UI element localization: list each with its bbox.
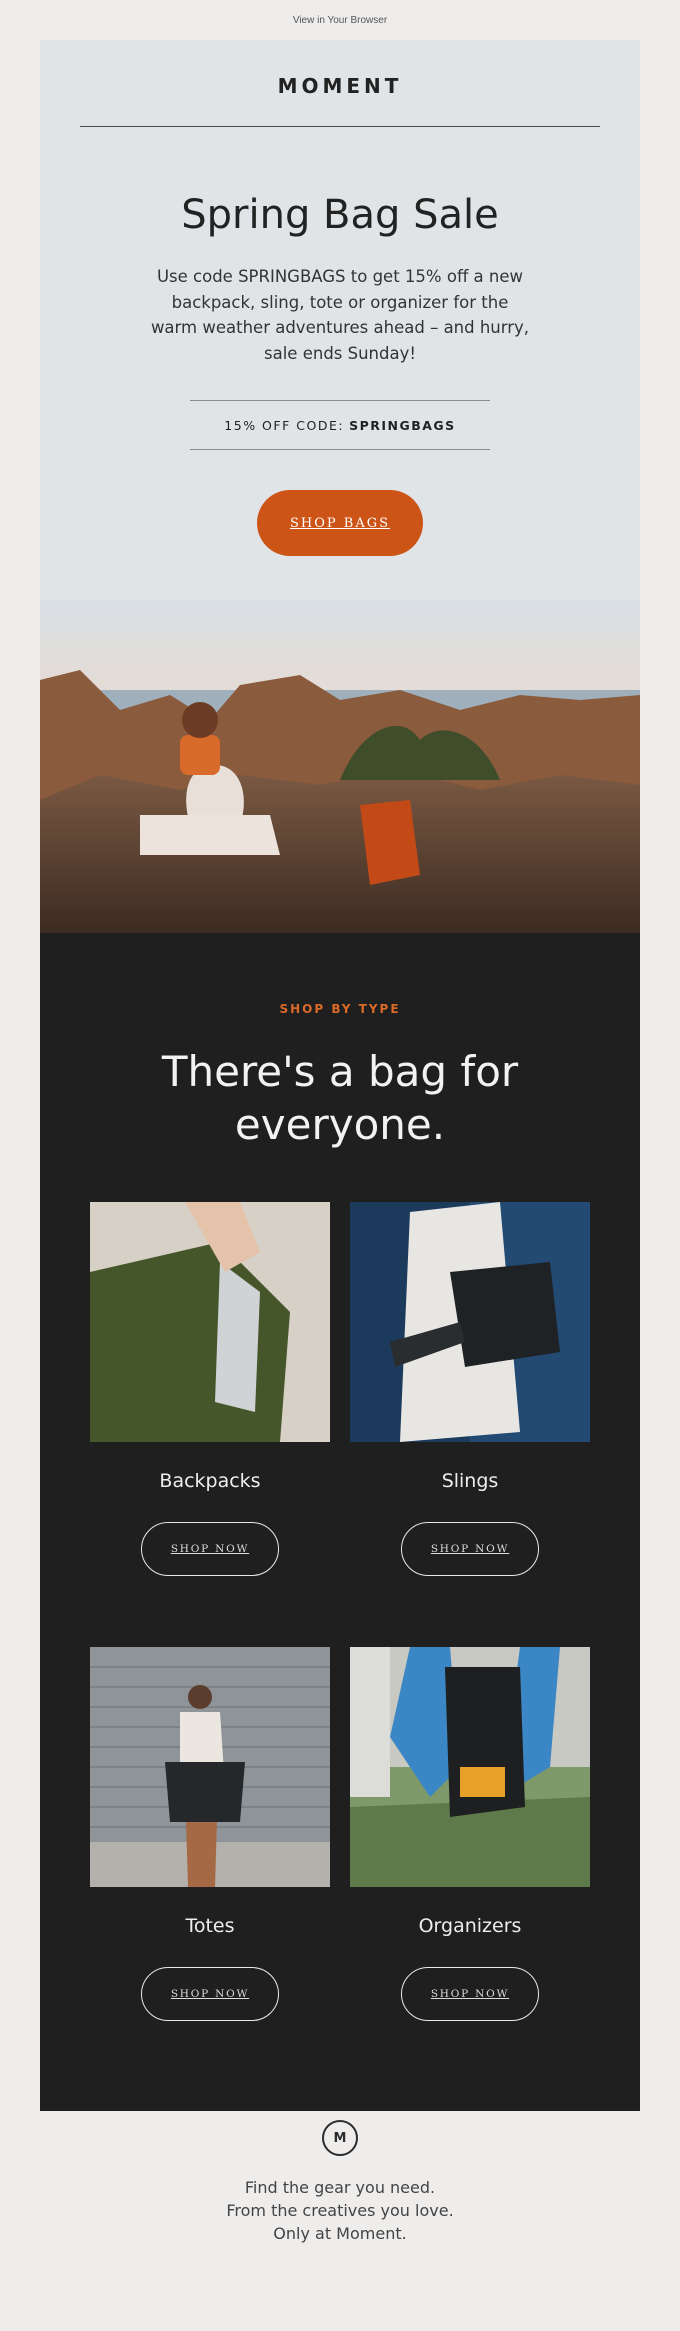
view-in-browser-bar: View in Your Browser — [0, 0, 680, 40]
hero-body-text: Use code SPRINGBAGS to get 15% off a new… — [150, 267, 530, 363]
shop-now-totes-button[interactable]: SHOP NOW — [141, 1967, 279, 2021]
hero-landscape-image — [40, 600, 640, 933]
moment-logo[interactable]: MOMENT — [40, 74, 640, 98]
shop-by-type-eyebrow: SHOP BY TYPE — [279, 1002, 401, 1016]
header-divider — [80, 126, 600, 127]
totes-image[interactable] — [90, 1647, 330, 1887]
footer-tagline: Find the gear you need. From the creativ… — [0, 2176, 680, 2246]
organizers-image[interactable] — [350, 1647, 590, 1887]
footer: M Find the gear you need. From the creat… — [0, 2120, 680, 2246]
shop-now-slings-button[interactable]: SHOP NOW — [401, 1522, 539, 1576]
shop-now-organizers-button[interactable]: SHOP NOW — [401, 1967, 539, 2021]
view-in-browser-link[interactable]: View in Your Browser — [293, 15, 387, 26]
tote-illustration — [90, 1647, 330, 1887]
product-card-slings: Slings SHOP NOW — [350, 1202, 590, 1576]
promo-code-label: 15% OFF CODE: — [224, 417, 345, 433]
product-card-backpacks: Backpacks SHOP NOW — [90, 1202, 330, 1576]
hero-photo[interactable] — [40, 600, 640, 933]
email-container: MOMENT Spring Bag Sale Use code SPRINGBA… — [40, 40, 640, 2111]
slings-image[interactable] — [350, 1202, 590, 1442]
shop-by-type-section: SHOP BY TYPE There's a bag for everyone.… — [40, 933, 640, 2111]
card-label-backpacks: Backpacks — [159, 1470, 261, 1492]
promo-code-box: 15% OFF CODE: SPRINGBAGS — [190, 400, 490, 450]
shop-now-backpacks-button[interactable]: SHOP NOW — [141, 1522, 279, 1576]
backpacks-image[interactable] — [90, 1202, 330, 1442]
shop-bags-button[interactable]: SHOP BAGS — [257, 490, 423, 556]
backpack-illustration — [90, 1202, 330, 1442]
moment-logo-mark-icon[interactable]: M — [322, 2120, 358, 2156]
card-label-organizers: Organizers — [418, 1915, 522, 1937]
footer-line-1: Find the gear you need. — [244, 2178, 436, 2197]
sling-illustration — [350, 1202, 590, 1442]
product-card-totes: Totes SHOP NOW — [90, 1647, 330, 2021]
card-label-slings: Slings — [441, 1470, 499, 1492]
organizer-illustration — [350, 1647, 590, 1887]
shop-by-type-title: There's a bag for everyone. — [161, 1047, 519, 1149]
hero-title: Spring Bag Sale — [181, 192, 499, 238]
footer-line-3: Only at Moment. — [273, 2224, 407, 2244]
product-card-organizers: Organizers SHOP NOW — [350, 1647, 590, 2021]
card-label-totes: Totes — [185, 1915, 235, 1937]
promo-code-value: SPRINGBAGS — [349, 417, 456, 433]
hero-section: MOMENT Spring Bag Sale Use code SPRINGBA… — [40, 40, 640, 933]
footer-line-2: From the creatives you love. — [226, 2201, 454, 2221]
